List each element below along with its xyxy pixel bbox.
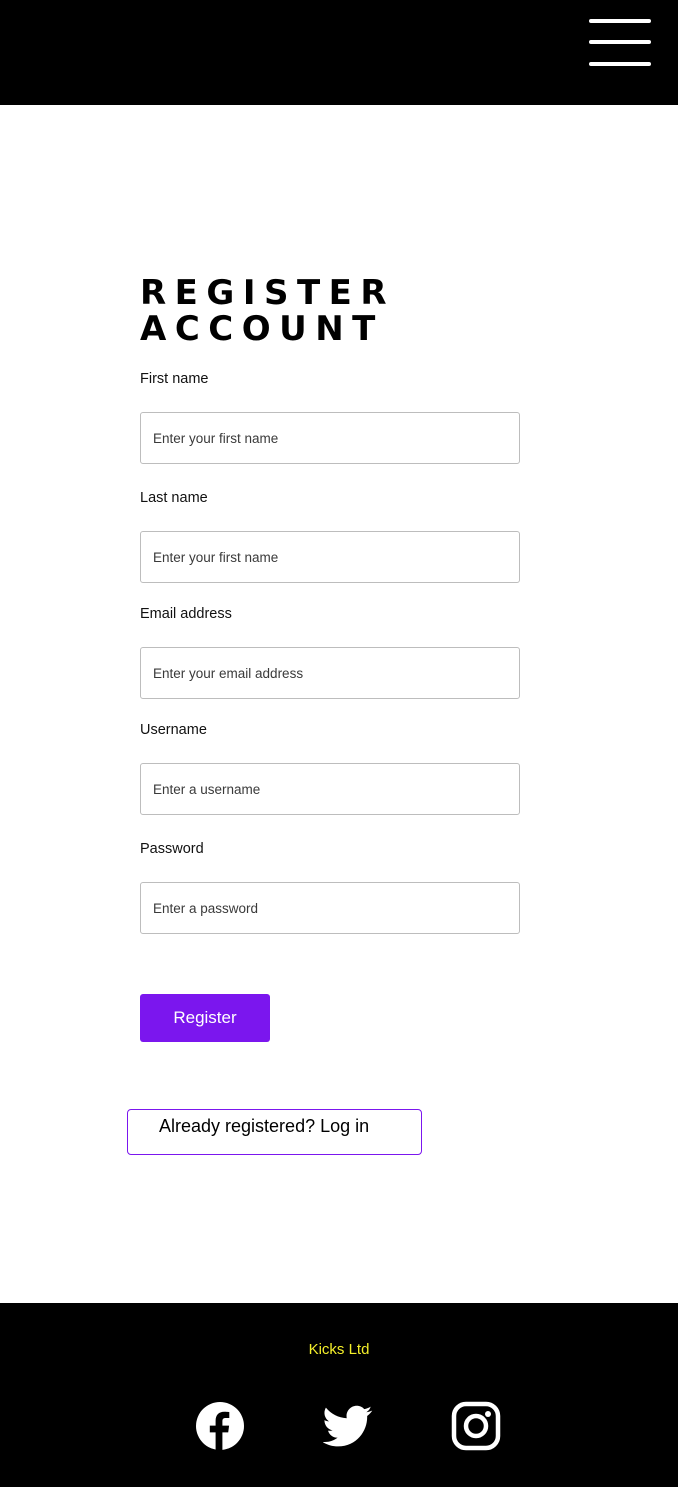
first-name-input[interactable] — [140, 412, 520, 464]
email-input[interactable] — [140, 647, 520, 699]
facebook-icon[interactable] — [195, 1401, 245, 1451]
username-label: Username — [140, 722, 207, 738]
last-name-label: Last name — [140, 490, 208, 506]
register-button[interactable]: Register — [140, 994, 270, 1042]
email-label: Email address — [140, 606, 232, 622]
site-header — [0, 0, 678, 105]
login-link[interactable]: Already registered? Log in — [127, 1109, 422, 1155]
instagram-icon[interactable] — [451, 1401, 501, 1451]
page-title-line2: ACCOUNT — [140, 309, 384, 349]
password-label: Password — [140, 841, 204, 857]
site-footer: Kicks Ltd — [0, 1303, 678, 1487]
page-title: REGISTER ACCOUNT — [140, 275, 395, 347]
first-name-label: First name — [140, 371, 209, 387]
username-input[interactable] — [140, 763, 520, 815]
login-link-label: Already registered? Log in — [159, 1116, 370, 1136]
last-name-input[interactable] — [140, 531, 520, 583]
menu-bar — [589, 19, 651, 23]
twitter-icon[interactable] — [323, 1401, 373, 1451]
page-title-line1: REGISTER — [140, 273, 396, 313]
hamburger-menu-icon[interactable] — [589, 18, 651, 68]
footer-brand: Kicks Ltd — [308, 1341, 370, 1358]
menu-bar — [589, 40, 651, 44]
password-input[interactable] — [140, 882, 520, 934]
menu-bar — [589, 62, 651, 66]
